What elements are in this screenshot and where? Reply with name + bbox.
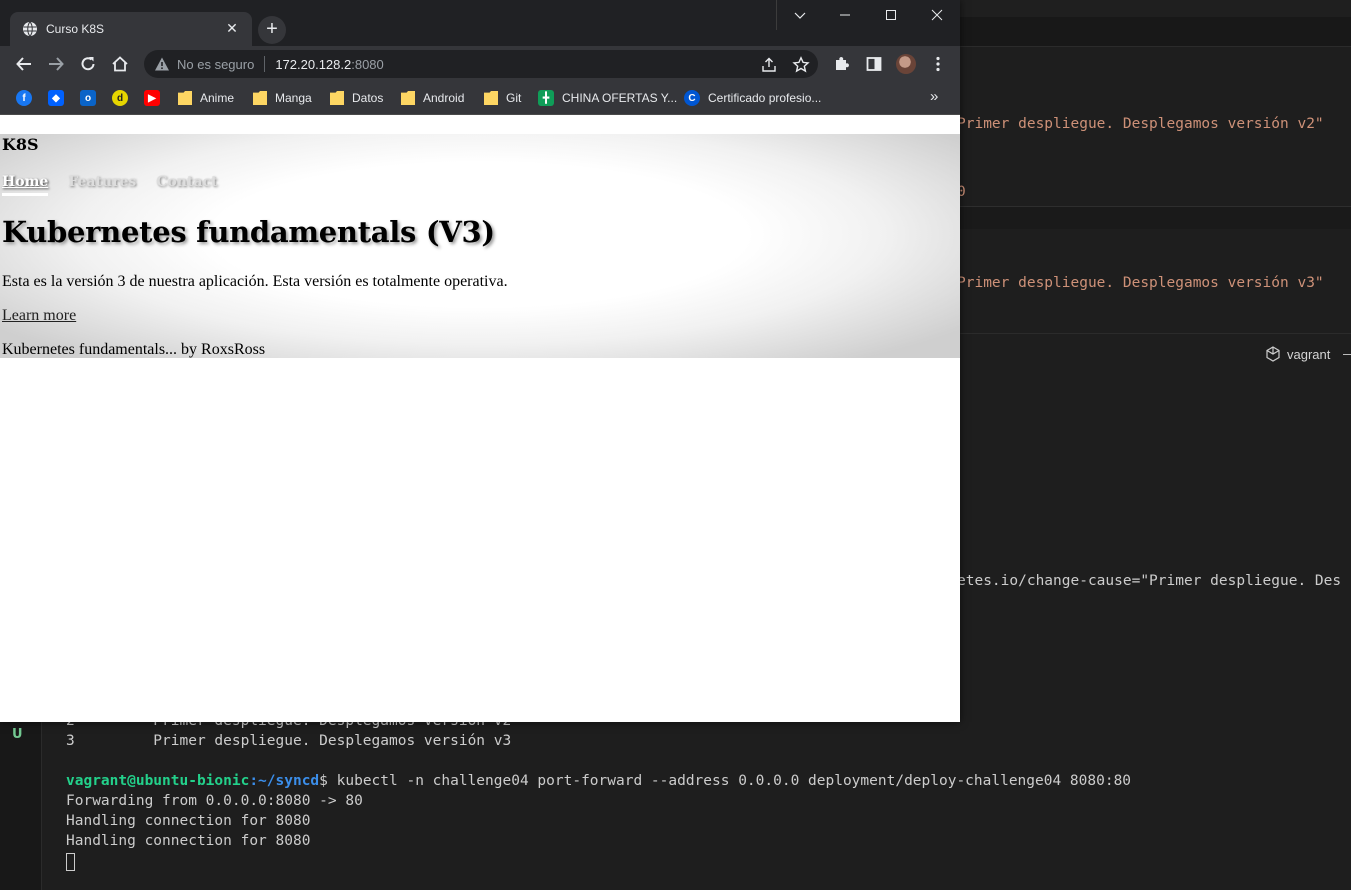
- tab-title: Curso K8S: [46, 22, 105, 36]
- address-port: :8080: [351, 56, 384, 72]
- terminal-output-1: Forwarding from 0.0.0.0:8080 -> 80: [66, 793, 363, 809]
- menu-button[interactable]: [926, 52, 950, 76]
- arrow-left-icon: [16, 57, 31, 71]
- bookmarks-overflow-button[interactable]: »: [930, 88, 938, 105]
- scm-untracked-marker: U: [12, 727, 23, 742]
- bookmark-label: Android: [423, 91, 465, 105]
- security-warning-label[interactable]: No es seguro: [177, 57, 254, 72]
- folder-icon: [484, 91, 498, 105]
- folder-icon: [401, 91, 415, 105]
- bookmark-label: Certificado profesio...: [708, 91, 822, 105]
- browser-tab[interactable]: Curso K8S ✕: [10, 12, 252, 46]
- outlook-icon[interactable]: o: [80, 90, 96, 106]
- browser-window: Curso K8S ✕ + No es seguro 172.20.128.2 …: [0, 0, 960, 722]
- bookmarks-bar: f ◆ o d ▶ Anime Manga Datos Android Git …: [0, 82, 960, 115]
- address-bar[interactable]: No es seguro 172.20.128.2 :8080: [144, 50, 818, 78]
- warning-icon: [155, 57, 169, 71]
- coursera-icon: C: [684, 90, 700, 106]
- tab-search-button[interactable]: [776, 0, 822, 30]
- address-host: 172.20.128.2: [275, 56, 352, 72]
- site-brand: K8S: [2, 135, 39, 154]
- window-controls: [776, 0, 960, 30]
- editor-tab-bar[interactable]: [960, 17, 1351, 47]
- minimize-button[interactable]: [822, 0, 868, 30]
- terminal-prompt-user: vagrant@ubuntu-bionic: [66, 773, 250, 789]
- sheets-icon: ╋: [538, 90, 554, 106]
- home-button[interactable]: [108, 52, 132, 76]
- bookmark-certificado[interactable]: C Certificado profesio...: [684, 88, 821, 108]
- folder-icon: [330, 91, 344, 105]
- terminal-command: $ kubectl -n challenge04 port-forward --…: [319, 773, 1132, 789]
- terminal-history-3: 3 Primer despliegue. Desplegamos versión…: [66, 733, 512, 749]
- back-button[interactable]: [12, 52, 36, 76]
- extensions-button[interactable]: [830, 52, 854, 76]
- terminal-profile-label: vagrant: [1287, 346, 1331, 362]
- reload-button[interactable]: [76, 52, 100, 76]
- close-window-button[interactable]: [914, 0, 960, 30]
- page-heading: Kubernetes fundamentals (V3): [2, 215, 495, 249]
- close-icon: [931, 9, 943, 21]
- forward-button[interactable]: [44, 52, 68, 76]
- bookmark-manga[interactable]: Manga: [253, 88, 312, 108]
- terminal-dash-icon[interactable]: [1343, 354, 1351, 355]
- globe-icon: [23, 21, 37, 37]
- reload-icon: [81, 57, 95, 71]
- bookmark-label: Manga: [275, 91, 312, 105]
- side-panel-button[interactable]: [862, 52, 886, 76]
- share-icon[interactable]: [760, 56, 778, 74]
- editor-line-v2: Primer despliegue. Desplegamos versión v…: [957, 116, 1324, 132]
- nav-home-link[interactable]: Home: [2, 174, 49, 196]
- address-divider: [264, 56, 266, 72]
- nav-contact-link[interactable]: Contact: [156, 174, 217, 196]
- tab-strip: Curso K8S ✕ +: [0, 0, 960, 46]
- star-icon[interactable]: [792, 56, 810, 74]
- chevron-down-icon: [794, 12, 805, 19]
- bookmark-android[interactable]: Android: [401, 88, 464, 108]
- terminal-command-line: vagrant@ubuntu-bionic:~/syncd$ kubectl -…: [66, 773, 1131, 789]
- activity-bar: [0, 720, 42, 890]
- editor-line-v3: Primer despliegue. Desplegamos versión v…: [957, 275, 1324, 291]
- terminal-change-cause: etes.io/change-cause="Primer despliegue.…: [957, 573, 1342, 589]
- more-vertical-icon: [936, 56, 940, 72]
- page-viewport: K8S Home Features Contact Kubernetes fun…: [0, 115, 960, 722]
- minimize-icon: [840, 14, 850, 16]
- bookmark-label: Datos: [352, 91, 384, 105]
- tab-close-icon[interactable]: ✕: [224, 21, 240, 37]
- dropbox-icon[interactable]: ◆: [48, 90, 64, 106]
- nav-features-link[interactable]: Features: [68, 174, 136, 196]
- terminal-output-2: Handling connection for 8080: [66, 813, 311, 829]
- d-site-icon[interactable]: d: [112, 90, 128, 106]
- bookmark-china-ofertas[interactable]: ╋ CHINA OFERTAS Y...: [538, 88, 677, 108]
- facebook-icon[interactable]: f: [16, 90, 32, 106]
- browser-toolbar: No es seguro 172.20.128.2 :8080: [0, 46, 960, 82]
- puzzle-icon: [836, 57, 849, 70]
- terminal-profile-tab[interactable]: vagrant: [1265, 346, 1330, 362]
- new-tab-button[interactable]: +: [258, 16, 286, 44]
- terminal-output-3: Handling connection for 8080: [66, 833, 311, 849]
- youtube-icon[interactable]: ▶: [144, 90, 160, 106]
- cube-icon: [1266, 346, 1280, 362]
- maximize-button[interactable]: [868, 0, 914, 30]
- folder-icon: [178, 91, 192, 105]
- side-panel-icon: [866, 57, 882, 71]
- profile-avatar[interactable]: [896, 54, 916, 74]
- bookmark-git[interactable]: Git: [484, 88, 521, 108]
- arrow-right-icon: [49, 57, 64, 71]
- bookmark-datos[interactable]: Datos: [330, 88, 383, 108]
- editor-gap-block: [960, 207, 1351, 229]
- learn-more-link[interactable]: Learn more: [2, 307, 76, 325]
- terminal-prompt-path: :~/syncd: [249, 773, 320, 789]
- folder-icon: [253, 91, 267, 105]
- terminal-cursor-line[interactable]: [66, 853, 75, 871]
- bookmark-label: Git: [506, 91, 522, 105]
- bookmark-label: CHINA OFERTAS Y...: [562, 91, 678, 105]
- terminal-cursor: [66, 853, 75, 871]
- bookmark-label: Anime: [200, 91, 235, 105]
- bookmark-anime[interactable]: Anime: [178, 88, 234, 108]
- home-icon: [112, 56, 128, 72]
- maximize-icon: [886, 10, 896, 20]
- site-nav: Home Features Contact: [2, 174, 217, 196]
- page-footer: Kubernetes fundamentals... by RoxsRoss: [2, 341, 266, 358]
- page-lead: Esta es la versión 3 de nuestra aplicaci…: [2, 273, 508, 290]
